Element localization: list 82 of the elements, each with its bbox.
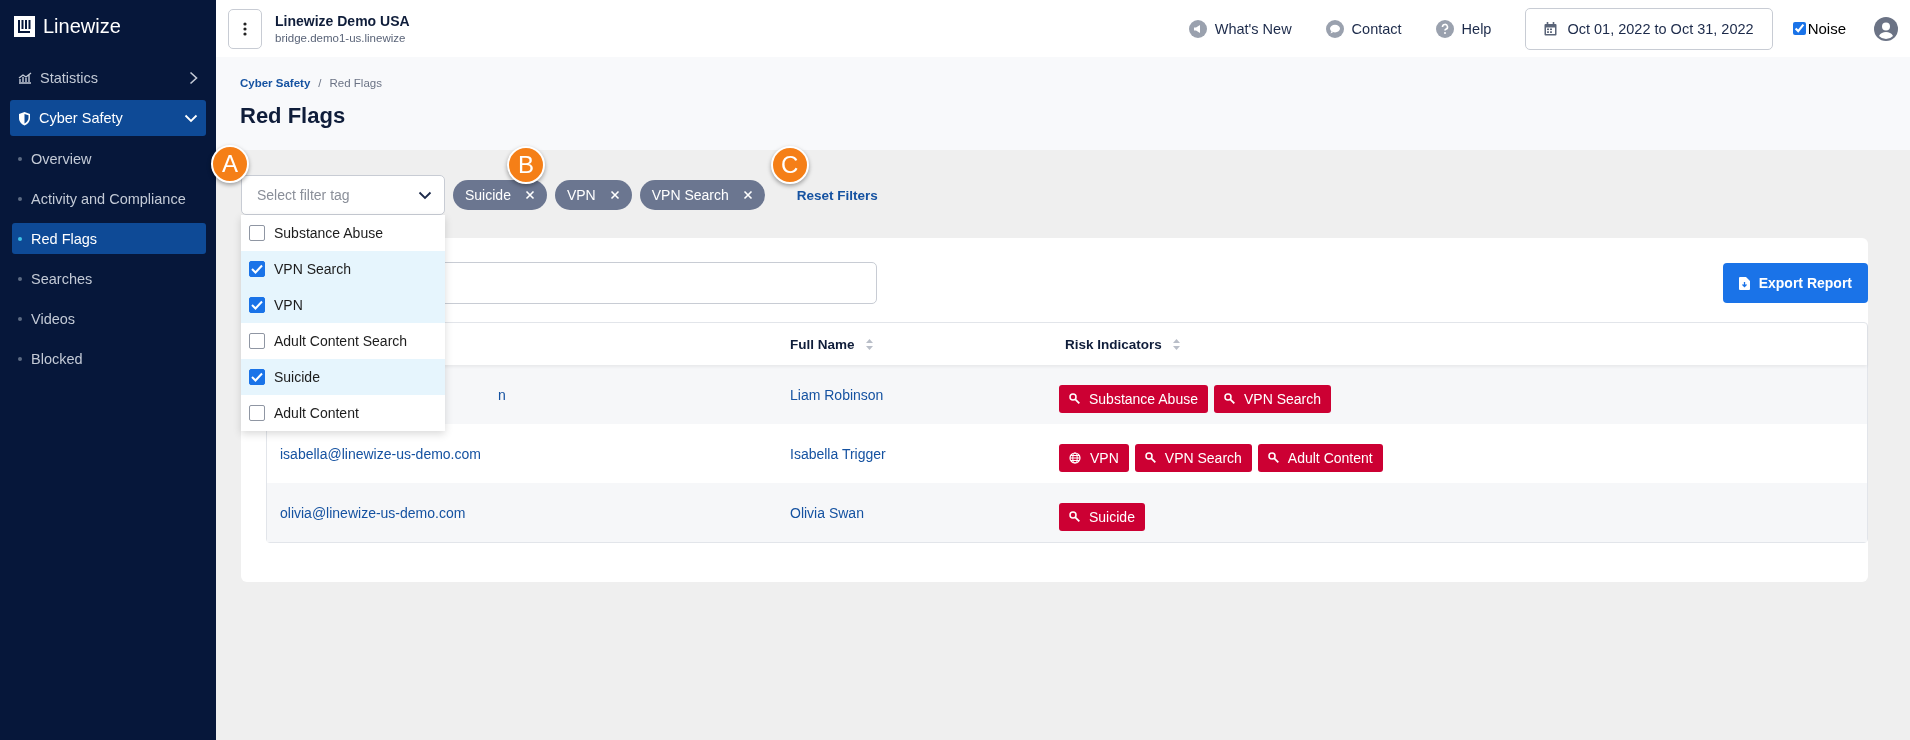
risk-tag: VPN [1059, 443, 1129, 472]
close-icon[interactable] [524, 190, 535, 200]
email-link[interactable]: isabella@linewize-us-demo.com [280, 445, 481, 462]
check-icon [251, 372, 263, 382]
brand-name: Linewize [43, 14, 121, 38]
column-header[interactable]: Full Name [790, 336, 855, 352]
name-link[interactable]: Liam Robinson [790, 386, 884, 403]
checkbox[interactable] [249, 405, 265, 421]
nav-item[interactable]: Cyber Safety [10, 100, 206, 136]
checkbox[interactable] [249, 333, 265, 349]
help-icon [1435, 19, 1454, 38]
nav-subitem[interactable]: Searches [12, 263, 206, 294]
nav-subitem[interactable]: Videos [12, 303, 206, 334]
header-link[interactable]: Help [1435, 19, 1492, 38]
header-link[interactable]: Contact [1325, 19, 1402, 38]
calendar-icon [1544, 21, 1558, 36]
reset-filters-link[interactable]: Reset Filters [796, 187, 878, 203]
email-link[interactable]: n [498, 386, 506, 403]
column-header[interactable]: Risk Indicators [1065, 336, 1162, 352]
org-host: bridge.demo1-us.linewize [275, 32, 407, 44]
globe-icon [1069, 451, 1081, 464]
menu-icon [243, 21, 247, 36]
check-icon [251, 300, 263, 310]
chip-label: Suicide [465, 187, 511, 203]
risk-tag: Substance Abuse [1059, 384, 1208, 413]
search-icon [1224, 393, 1235, 404]
nav-item[interactable]: Statistics [10, 60, 206, 96]
noise-checkbox[interactable] [1792, 22, 1806, 35]
file-download-icon [1738, 276, 1750, 290]
filter-option[interactable]: Suicide [241, 359, 445, 395]
checkbox[interactable] [249, 369, 265, 385]
search-icon [1267, 452, 1279, 463]
name-link[interactable]: Olivia Swan [790, 504, 864, 521]
shield-icon [18, 110, 31, 126]
nav-subitem[interactable]: Red Flags [12, 223, 206, 254]
chat-icon [1325, 19, 1344, 38]
breadcrumb-separator: / [318, 77, 322, 89]
avatar-icon [1874, 16, 1898, 41]
search-icon [1069, 393, 1080, 404]
breadcrumb-current: Red Flags [329, 77, 382, 89]
date-range-button[interactable]: Oct 01, 2022 to Oct 31, 2022 [1525, 7, 1773, 50]
checkbox[interactable] [249, 225, 265, 241]
check-icon [251, 264, 263, 274]
search-icon [1144, 452, 1156, 463]
nav-subitem[interactable]: Activity and Compliance [12, 183, 206, 214]
header-link[interactable]: What's New [1188, 19, 1292, 38]
callout-marker: B [507, 146, 545, 184]
name-link[interactable]: Isabella Trigger [790, 445, 886, 462]
filter-tag-dropdown[interactable]: Select filter tag [241, 175, 445, 215]
page-title: Red Flags [240, 103, 347, 129]
filter-tag-field[interactable]: Select filter tag [255, 186, 418, 204]
search-icon [1069, 511, 1080, 522]
filter-option[interactable]: Substance Abuse [241, 215, 445, 251]
export-report-button[interactable]: Export Report [1722, 263, 1868, 303]
checkbox[interactable] [249, 261, 265, 277]
chart-icon [18, 72, 32, 84]
chip-label: VPN [566, 187, 596, 203]
filter-option[interactable]: VPN [241, 287, 445, 323]
breadcrumb-link[interactable]: Cyber Safety [240, 77, 311, 89]
filter-option[interactable]: VPN Search [241, 251, 445, 287]
nav-subitem[interactable]: Overview [12, 143, 206, 174]
menu-button[interactable] [228, 8, 262, 49]
chevron-down-icon [418, 190, 432, 200]
chevron-right-icon [189, 71, 198, 85]
close-icon[interactable] [609, 190, 620, 200]
chevron-down-icon [184, 113, 198, 123]
risk-tag: Adult Content [1257, 443, 1383, 472]
org-name: Linewize Demo USA [275, 13, 411, 29]
noise-label: Noise [1807, 20, 1846, 37]
filter-option[interactable]: Adult Content Search [241, 323, 445, 359]
email-link[interactable]: olivia@linewize-us-demo.com [280, 504, 466, 521]
risk-tag: VPN Search [1134, 443, 1252, 472]
callout-marker: C [770, 145, 809, 184]
filter-option[interactable]: Adult Content [241, 395, 445, 431]
risk-tag: VPN Search [1214, 384, 1332, 413]
chip-label: VPN Search [651, 187, 729, 203]
logo-icon [14, 15, 35, 37]
nav-subitem[interactable]: Blocked [12, 343, 206, 374]
risk-tag: Suicide [1059, 502, 1145, 531]
close-icon[interactable] [742, 190, 753, 200]
checkbox[interactable] [249, 297, 265, 313]
megaphone-icon [1188, 19, 1207, 38]
